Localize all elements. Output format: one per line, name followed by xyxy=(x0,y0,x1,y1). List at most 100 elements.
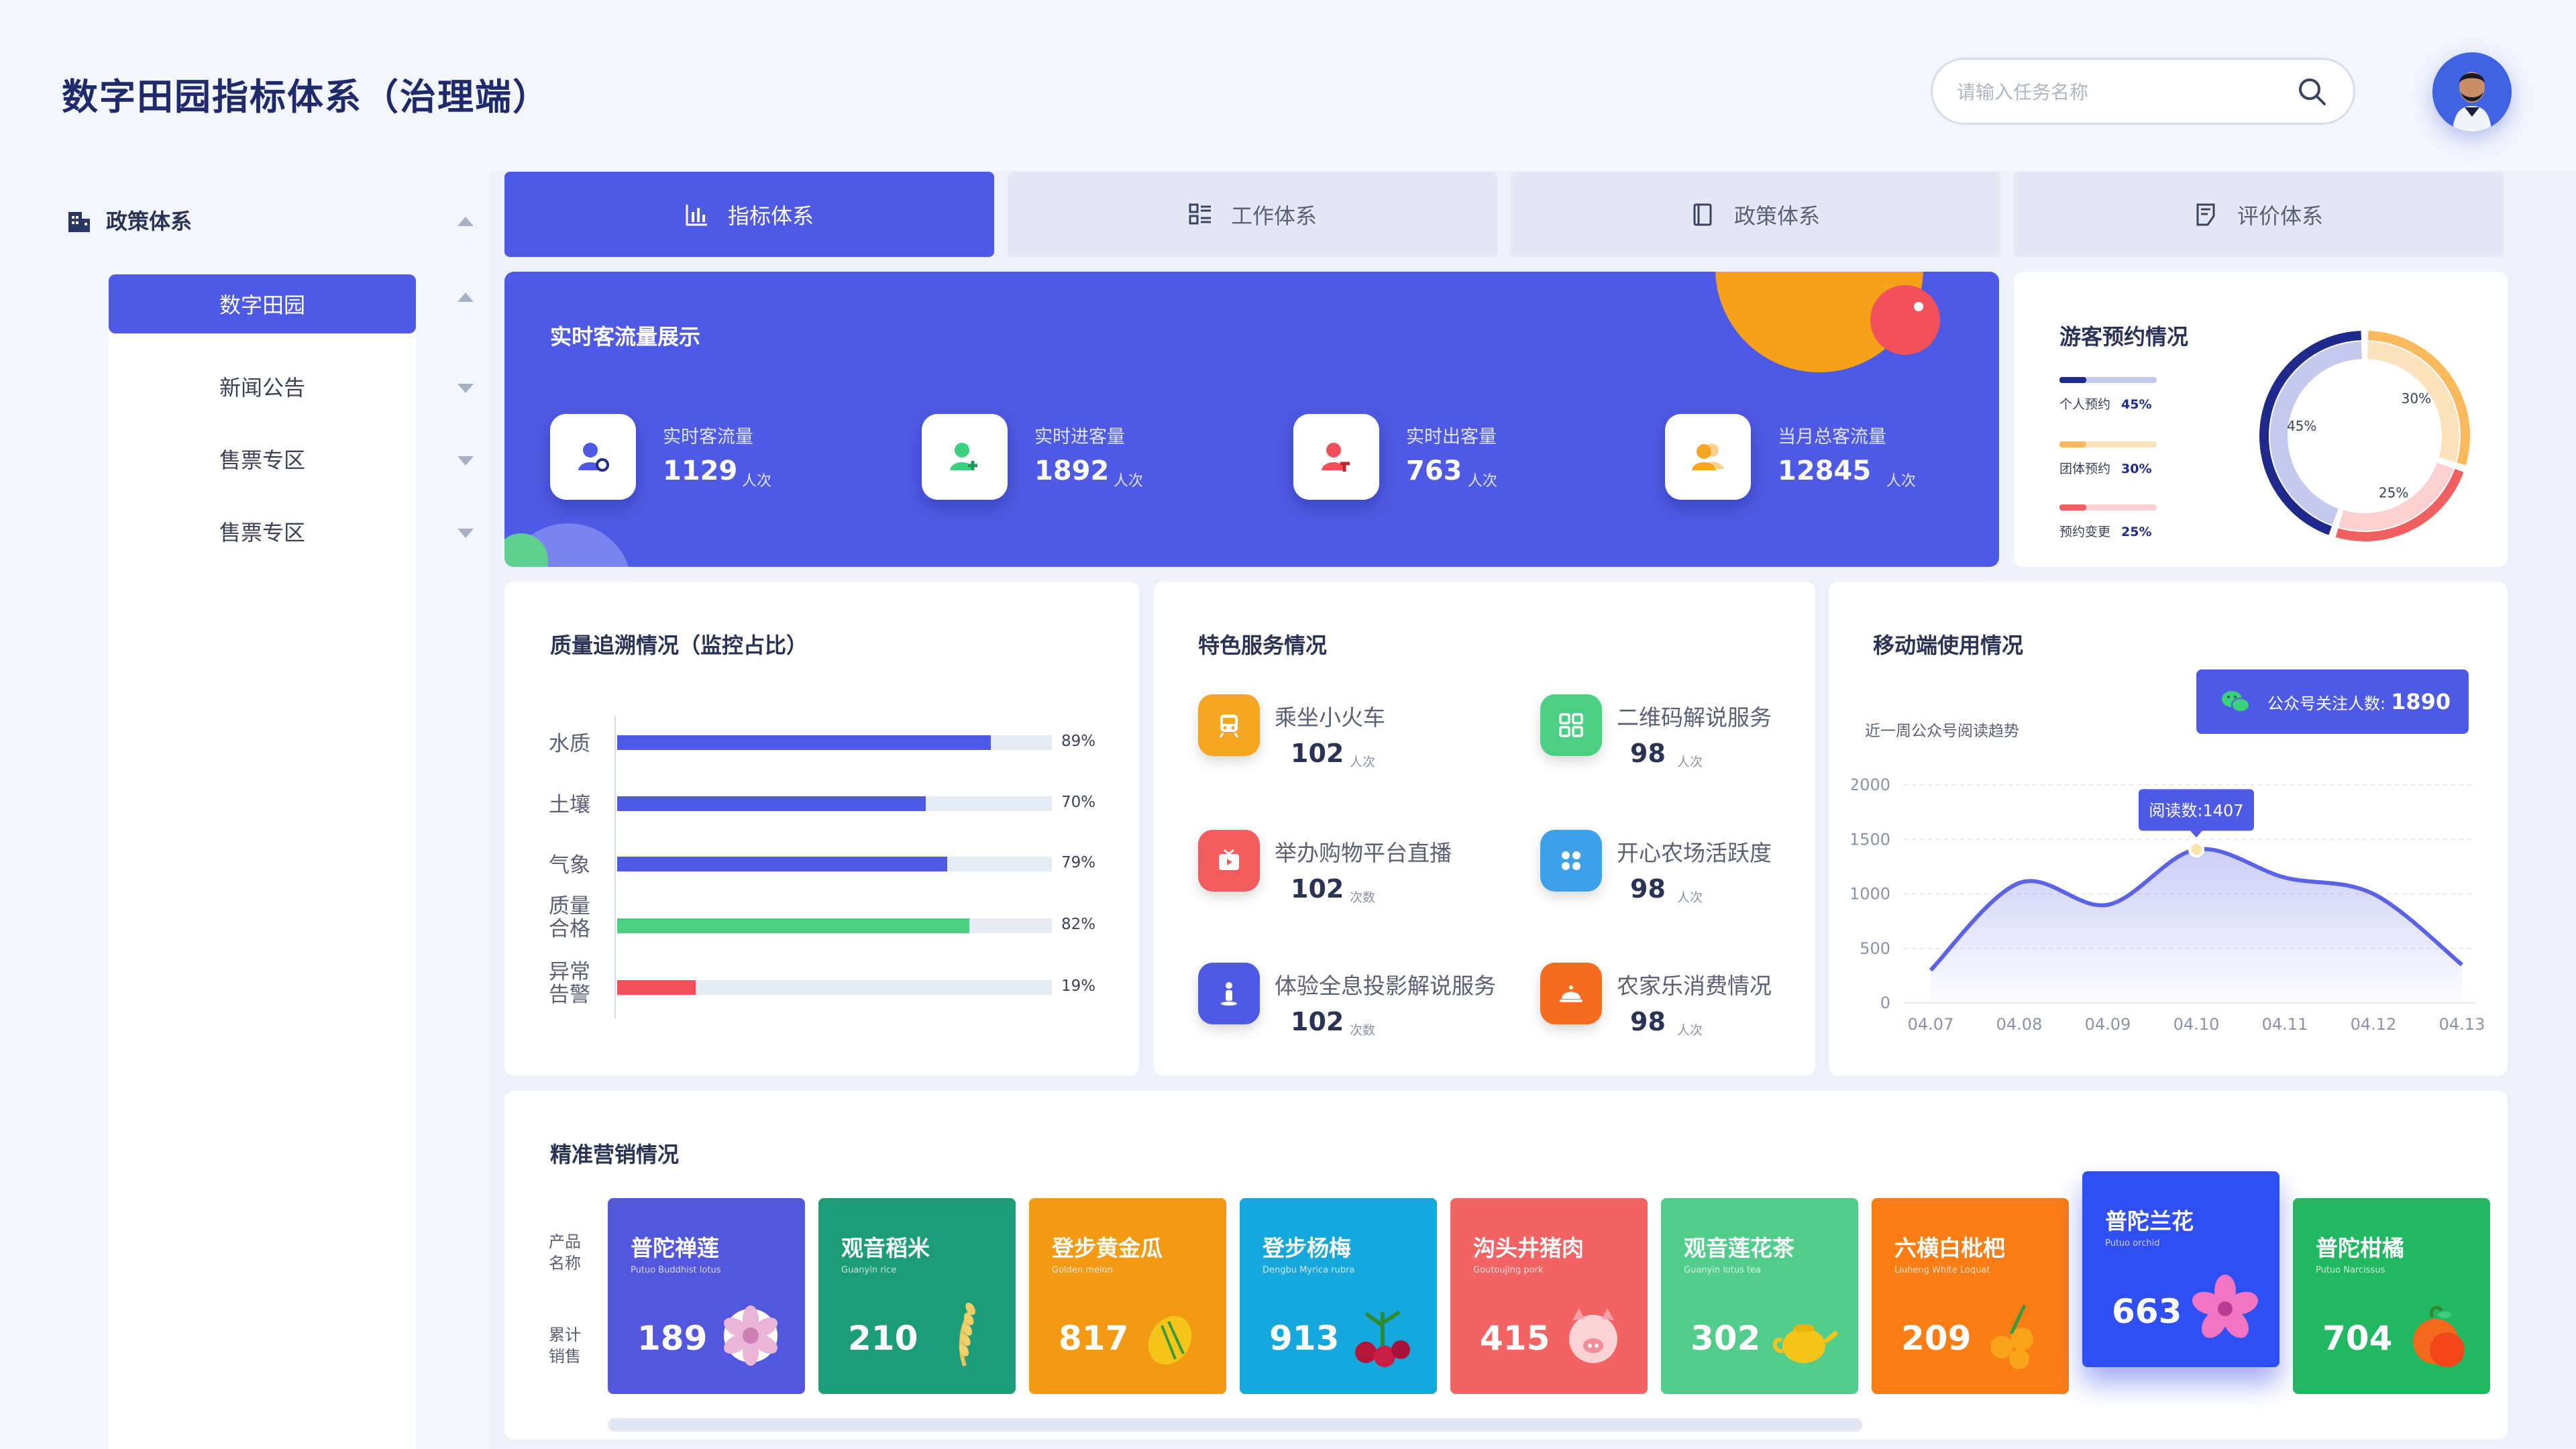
tab-indicator-system[interactable]: 指标体系 xyxy=(504,172,994,257)
tab-work-system[interactable]: 工作体系 xyxy=(1008,172,1497,257)
quality-title: 质量追溯情况（监控占比） xyxy=(550,633,808,658)
row-label-name: 产品 名称 xyxy=(549,1232,581,1273)
y-tick-label: 2000 xyxy=(1851,775,1890,794)
farm-icon xyxy=(1540,830,1602,892)
quality-bar-qualified xyxy=(617,918,969,933)
product-name: 普陀柑橘 xyxy=(2316,1235,2404,1261)
bar-chart-icon xyxy=(686,204,707,225)
service-name: 体验全息投影解说服务 xyxy=(1275,973,1496,999)
legend-pct: 30% xyxy=(2121,462,2152,476)
legend-label: 团体预约 xyxy=(2059,462,2111,476)
legend-pct: 25% xyxy=(2121,525,2152,539)
product-card[interactable]: 沟头井猪肉 Goutoujing pork 415 xyxy=(1450,1198,1648,1394)
sidebar-item-tickets[interactable]: 售票专区 xyxy=(109,429,416,488)
service-value: 102 xyxy=(1291,874,1344,904)
product-en-name: Goutoujing pork xyxy=(1473,1265,1544,1275)
product-card[interactable]: 观音稻米 Guanyin rice 210 xyxy=(818,1198,1016,1394)
dish-icon xyxy=(1540,963,1602,1024)
product-card[interactable]: 普陀柑橘 Putuo Narcissus 704 xyxy=(2293,1198,2490,1394)
service-value: 102 xyxy=(1291,739,1344,768)
service-value: 98 xyxy=(1630,874,1666,904)
stat-card-monthly-total: 当月总客流量 12845 人次 xyxy=(1665,414,1999,501)
product-en-name: Golden melon xyxy=(1052,1265,1113,1275)
product-card[interactable]: 普陀禅莲 Putuo Buddhist lotus 189 xyxy=(608,1198,805,1394)
service-item-train[interactable]: 乘坐小火车 102 人次 xyxy=(1198,694,1520,788)
service-name: 农家乐消费情况 xyxy=(1617,973,1772,999)
service-item-live[interactable]: 举办购物平台直播 102 次数 xyxy=(1198,830,1520,924)
caret-down-icon[interactable] xyxy=(458,529,474,538)
service-item-farm[interactable]: 开心农场活跃度 98 人次 xyxy=(1540,830,1862,924)
stat-unit: 人次 xyxy=(1468,473,1498,490)
product-card[interactable]: 观音莲花茶 Guanyin lotus tea 302 xyxy=(1661,1198,1858,1394)
product-name: 观音莲花茶 xyxy=(1684,1235,1794,1261)
sidebar-item-news[interactable]: 新闻公告 xyxy=(109,357,416,416)
stat-card-exiting: 实时出客量 763 人次 xyxy=(1293,414,1629,501)
hologram-icon xyxy=(1198,963,1260,1024)
x-tick-label: 04.09 xyxy=(2085,1015,2131,1034)
donut-label: 25% xyxy=(2379,485,2408,501)
loquat-icon xyxy=(1990,1304,2033,1369)
quality-bar-track xyxy=(617,918,1052,933)
quality-pct: 70% xyxy=(1061,794,1096,811)
product-sales: 817 xyxy=(1059,1319,1129,1358)
quality-bar-alarm xyxy=(617,980,696,995)
axis-line xyxy=(614,716,616,1018)
stat-unit: 人次 xyxy=(1114,473,1144,490)
quality-bar-track xyxy=(617,796,1052,811)
sidebar-item-tickets[interactable]: 售票专区 xyxy=(109,502,416,561)
edit-doc-icon xyxy=(2196,203,2215,225)
product-card[interactable]: 六横白枇杷 Liuheng White Loquat 209 xyxy=(1872,1198,2069,1394)
product-card[interactable]: 登步杨梅 Dengbu Myrica rubra 913 xyxy=(1240,1198,1437,1394)
marketing-title: 精准营销情况 xyxy=(550,1142,680,1167)
quality-bar-weather xyxy=(617,857,948,871)
user-search-icon xyxy=(550,414,636,500)
stat-label: 实时出客量 xyxy=(1406,427,1497,447)
app-title: 数字田园指标体系（治理端） xyxy=(62,76,550,118)
teapot-icon xyxy=(1772,1324,1839,1363)
search-input[interactable] xyxy=(1957,76,2279,108)
tooltip-text: 阅读数:1407 xyxy=(2149,801,2243,820)
service-value: 98 xyxy=(1630,739,1666,768)
stat-value: 763 xyxy=(1406,455,1462,486)
tab-evaluation-system[interactable]: 评价体系 xyxy=(2014,172,2504,257)
user-exit-icon xyxy=(1293,414,1379,500)
product-sales: 210 xyxy=(848,1319,918,1358)
quality-pct: 89% xyxy=(1061,733,1096,750)
sidebar-section-label: 政策体系 xyxy=(106,209,193,234)
highlight-point xyxy=(2188,841,2204,858)
caret-up-icon[interactable] xyxy=(458,217,474,226)
product-sales: 704 xyxy=(2322,1319,2393,1358)
caret-down-icon[interactable] xyxy=(458,456,474,466)
sidebar-section-header[interactable]: 政策体系 xyxy=(67,201,192,239)
service-item-hologram[interactable]: 体验全息投影解说服务 102 次数 xyxy=(1198,963,1520,1057)
caret-up-icon[interactable] xyxy=(458,292,474,302)
search-box[interactable] xyxy=(1931,58,2355,125)
product-card[interactable]: 登步黄金瓜 Golden melon 817 xyxy=(1029,1198,1226,1394)
reservation-donut: 30% 25% 45% xyxy=(2259,331,2470,541)
stat-label: 实时进客量 xyxy=(1034,427,1125,447)
tab-policy-system[interactable]: 政策体系 xyxy=(1511,172,2000,257)
x-tick-label: 04.11 xyxy=(2262,1015,2308,1034)
search-icon[interactable] xyxy=(2295,74,2330,109)
rice-icon xyxy=(959,1302,975,1366)
service-unit: 人次 xyxy=(1677,890,1703,905)
product-name: 沟头井猪肉 xyxy=(1473,1235,1584,1261)
realtime-title: 实时客流量展示 xyxy=(550,324,701,350)
horizontal-scrollbar[interactable] xyxy=(608,1418,1862,1432)
service-name: 开心农场活跃度 xyxy=(1617,840,1772,866)
donut-label: 30% xyxy=(2402,390,2431,407)
tab-label: 工作体系 xyxy=(1230,203,1317,229)
sidebar-item-digital-garden[interactable]: 数字田园 xyxy=(109,274,416,333)
service-item-farmstay[interactable]: 农家乐消费情况 98 人次 xyxy=(1540,963,1862,1057)
product-card[interactable]: 普陀兰花 Putuo orchid 663 xyxy=(2082,1171,2279,1367)
y-tick-label: 0 xyxy=(1880,994,1890,1012)
reservation-title: 游客预约情况 xyxy=(2059,324,2189,350)
product-en-name: Liuheng White Loquat xyxy=(1894,1265,1990,1275)
avatar[interactable] xyxy=(2432,52,2512,131)
caret-down-icon[interactable] xyxy=(458,384,474,393)
y-tick-label: 1500 xyxy=(1851,830,1890,849)
orange-icon xyxy=(2413,1305,2465,1367)
service-item-qrcode[interactable]: 二维码解说服务 98 人次 xyxy=(1540,694,1862,788)
stat-unit: 人次 xyxy=(1886,473,1917,490)
mobile-title: 移动端使用情况 xyxy=(1873,633,2024,658)
